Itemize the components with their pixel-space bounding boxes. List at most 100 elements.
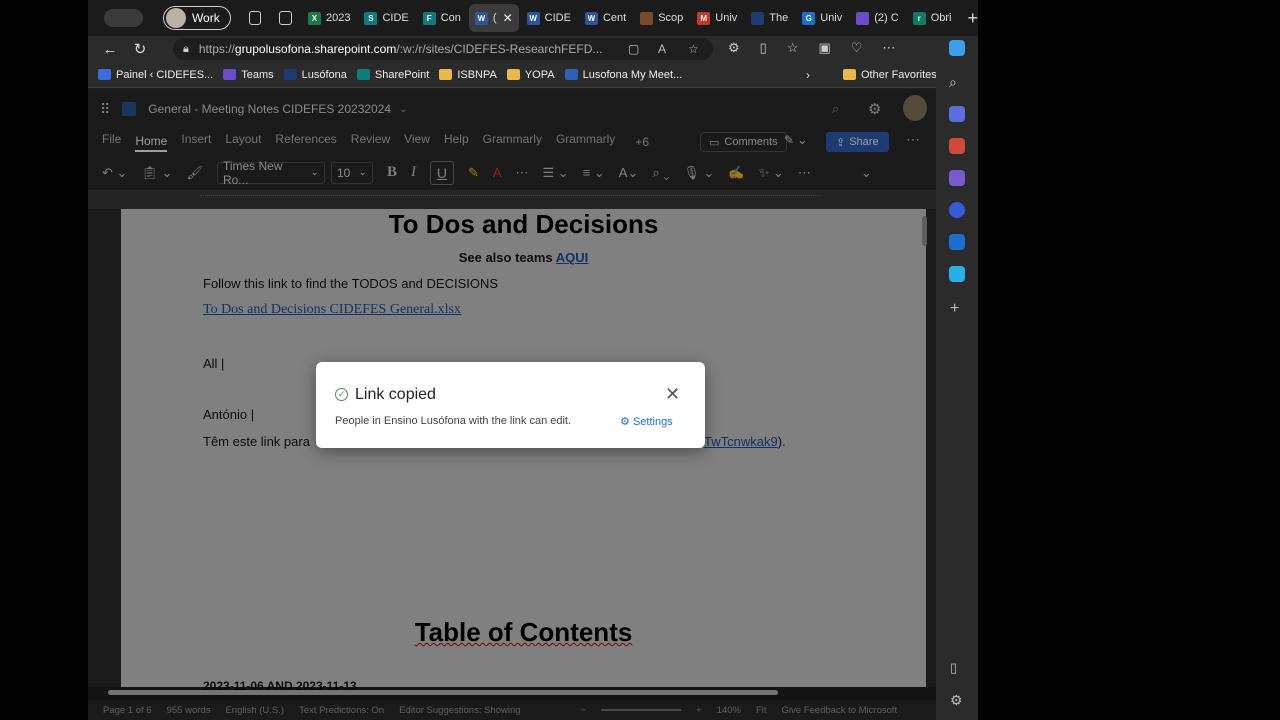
ribbon-tab[interactable]: Review [351,132,390,152]
m365-icon[interactable] [949,202,965,218]
extensions-icon[interactable]: ⚙ [728,40,740,56]
more-formatting-icon[interactable]: ⋯ [516,165,529,181]
favorite-item[interactable]: SharePoint [356,69,429,81]
favorites-icon[interactable]: ☆ [787,40,799,56]
close-icon[interactable]: ✕ [665,384,680,405]
favorite-item[interactable]: YOPA [506,69,555,81]
designer-icon[interactable]: ✨︎ ⌄ [759,165,784,181]
ribbon-tab[interactable]: View [404,132,430,152]
browser-tab[interactable]: F Con [417,4,467,32]
user-avatar[interactable] [903,95,927,121]
more-options-icon[interactable]: ⋯ [906,131,920,148]
more-tabs-button[interactable]: +6 [635,135,649,149]
collapse-ribbon-icon[interactable]: ⌄ [861,165,872,181]
ribbon-tab[interactable]: Grammarly [483,132,542,152]
editor-icon[interactable]: ✍ [728,165,744,181]
share-button[interactable]: ⇪ Share [826,132,889,152]
xlsx-link[interactable]: To Dos and Decisions CIDEFES General.xls… [203,302,461,318]
find-icon[interactable]: ⌕ ⌄ [652,165,669,181]
sidebar-settings-icon[interactable]: ⚙ [950,692,963,709]
favorite-item[interactable]: Painel ‹ CIDEFES... [98,69,213,81]
favorite-item[interactable]: Teams [223,69,274,81]
ribbon-tab[interactable]: References [275,132,336,152]
ribbon-tab[interactable]: Help [444,132,469,152]
page-count[interactable]: Page 1 of 6 [103,705,152,716]
document-page[interactable]: To Dos and Decisions See also teams AQUI… [121,209,926,693]
browser-tab[interactable]: Scop [634,4,689,32]
horizontal-scrollbar[interactable] [108,690,778,695]
highlight-icon[interactable]: ✎ [468,165,479,181]
browser-tab[interactable]: W CIDE [521,4,577,32]
sidebar-search-icon[interactable]: ⌕ [949,74,965,90]
favorite-item[interactable]: Lusofona My Meet... [564,69,682,81]
search-icon[interactable]: ⌕ [832,101,839,117]
copy-icon[interactable]: ▢ [628,42,639,56]
favorite-item[interactable]: ISBNPA [439,69,497,81]
refresh-icon[interactable]: ↻ [132,40,148,58]
outlook-icon[interactable] [949,234,965,250]
hide-sidebar-icon[interactable]: ▯ [950,660,957,676]
bold-button[interactable]: B [387,164,397,181]
text-predictions[interactable]: Text Predictions: On [299,705,384,716]
fit-button[interactable]: Fit [756,705,767,716]
copilot-icon[interactable] [949,40,965,56]
language[interactable]: English (U.S.) [225,705,284,716]
back-icon[interactable]: ← [102,41,118,58]
games-icon[interactable] [949,170,965,186]
drop-icon[interactable] [949,266,965,282]
more-menu-icon[interactable]: ⋯ [882,40,895,56]
profile-button[interactable]: Work [162,6,231,30]
tools-icon[interactable] [949,138,965,154]
browser-tab[interactable]: W Cent [579,4,632,32]
ribbon-tab[interactable]: Insert [181,132,211,152]
styles-icon[interactable]: A⌄ [619,165,639,181]
browser-tab[interactable]: W (✕ [468,4,519,32]
other-favorites[interactable]: Other Favorites [843,69,937,81]
zoom-out-icon[interactable]: − [581,705,587,716]
address-bar[interactable]: 🔒︎ https://grupolusofona.sharepoint.com /… [173,38,713,60]
add-sidebar-app-icon[interactable]: + [950,300,959,318]
zoom-level[interactable]: 140% [717,705,741,716]
browser-tab[interactable]: (2) C [850,4,904,32]
zoom-in-icon[interactable]: + [696,705,702,716]
word-count[interactable]: 955 words [167,705,211,716]
format-painter-icon[interactable]: 🖌︎ [186,165,203,181]
zoom-slider[interactable] [601,709,682,711]
collections-icon[interactable]: ▣ [818,40,830,56]
font-name-select[interactable]: Times New Ro... ⌄ [216,159,325,187]
split-screen-icon[interactable]: ▯ [760,40,767,56]
font-color-icon[interactable]: A [493,165,502,180]
favorite-star-icon[interactable]: ☆ [688,42,699,56]
tab-close-icon[interactable]: ✕ [503,11,513,25]
browser-tab[interactable]: X 2023 [302,4,356,32]
bullets-icon[interactable]: ☰ ⌄ [543,165,569,181]
browser-tab[interactable]: G Univ [796,4,848,32]
editing-mode-icon[interactable]: ✎ ⌄ [784,133,807,147]
browser-tab[interactable]: r Obri [907,4,958,32]
window-controls[interactable] [104,9,143,27]
browser-tab[interactable]: The [745,4,794,32]
font-size-select[interactable]: 10 ⌄ [330,161,373,184]
ribbon-tab[interactable]: File [102,132,121,152]
shopping-icon[interactable] [949,106,965,122]
favorites-chevron-icon[interactable]: › [806,68,810,82]
vertical-scrollbar[interactable] [922,216,927,246]
ribbon-tab[interactable]: Layout [225,132,261,152]
settings-link[interactable]: ⚙ Settings [620,415,673,428]
ribbon-tab[interactable]: Home [135,134,168,152]
ribbon-tab[interactable]: Grammarly [556,132,615,152]
meeting-link[interactable]: TwTcnwkak9 [704,434,778,449]
dictate-icon[interactable]: 🎙︎ ⌄ [683,165,714,181]
workspaces-icon[interactable] [248,11,262,25]
read-aloud-icon[interactable]: A [658,42,666,56]
undo-icon[interactable]: ↶ ⌄ [102,165,127,181]
app-launcher-icon[interactable]: ⠿ [100,101,110,118]
feedback-link[interactable]: Give Feedback to Microsoft [782,705,898,716]
underline-button[interactable]: U [429,160,454,185]
italic-button[interactable]: I [411,164,416,181]
toolbar-more-icon[interactable]: ⋯ [798,165,811,181]
browser-tab[interactable]: M Univ [691,4,743,32]
settings-gear-icon[interactable]: ⚙ [868,100,881,118]
tab-actions-icon[interactable] [279,11,292,25]
aqui-link[interactable]: AQUI [556,250,589,265]
